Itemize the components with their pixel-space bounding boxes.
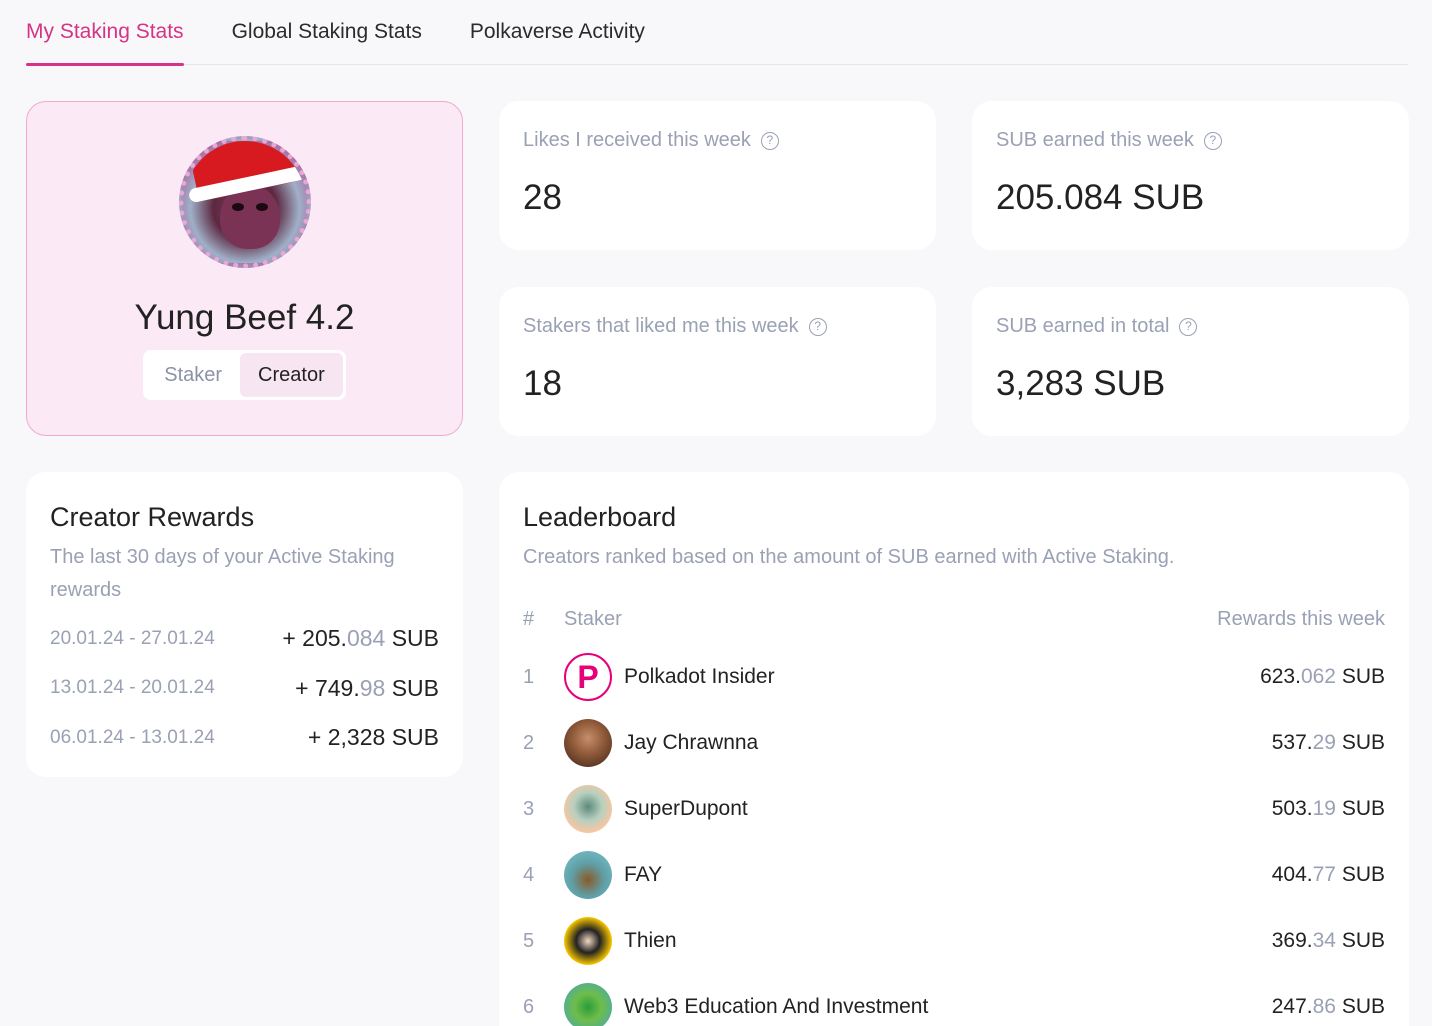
tab-my-staking-stats[interactable]: My Staking Stats <box>26 0 184 66</box>
role-creator-button[interactable]: Creator <box>240 353 343 397</box>
col-rank-header: # <box>523 607 535 630</box>
question-circle-icon[interactable]: ? <box>1179 317 1198 336</box>
stat-value: 3,283 SUB <box>996 364 1166 403</box>
avatar[interactable] <box>564 851 612 899</box>
role-switch: Staker Creator <box>143 350 346 400</box>
stat-value: 18 <box>523 364 562 403</box>
leaderboard-list: 1 Polkadot Insider 623.062 SUB 2 Jay Chr… <box>523 644 1385 1026</box>
reward-date: 13.01.24 - 20.01.24 <box>50 677 215 699</box>
leaderboard-row[interactable]: 2 Jay Chrawnna 537.29 SUB <box>523 710 1385 776</box>
leaderboard-row[interactable]: 5 Thien 369.34 SUB <box>523 908 1385 974</box>
question-circle-icon[interactable]: ? <box>760 131 779 150</box>
profile-card: Yung Beef 4.2 Staker Creator <box>26 101 463 436</box>
avatar[interactable] <box>564 917 612 965</box>
section-title: Leaderboard <box>523 502 677 532</box>
stat-value: 28 <box>523 178 562 217</box>
rank: 4 <box>523 863 535 886</box>
role-staker-button[interactable]: Staker <box>146 353 240 397</box>
section-title: Creator Rewards <box>50 502 255 532</box>
rank: 6 <box>523 995 535 1018</box>
avatar[interactable] <box>564 653 612 701</box>
leaderboard-row[interactable]: 1 Polkadot Insider 623.062 SUB <box>523 644 1385 710</box>
leaderboard-card: Leaderboard Creators ranked based on the… <box>499 472 1409 1026</box>
profile-avatar[interactable] <box>178 136 311 268</box>
reward-list: 20.01.24 - 27.01.24 + 205.084 SUB 13.01.… <box>50 614 439 763</box>
leaderboard-row[interactable]: 3 SuperDupont 503.19 SUB <box>523 776 1385 842</box>
reward-amount: 503.19 SUB <box>1271 797 1385 820</box>
rank: 2 <box>523 731 535 754</box>
tab-bar: My Staking Stats Global Staking Stats Po… <box>26 0 1408 66</box>
section-subtitle: Creators ranked based on the amount of S… <box>523 546 1175 568</box>
stat-sub-total: SUB earned in total ? 3,283 SUB <box>972 287 1409 436</box>
reward-amount: 369.34 SUB <box>1271 929 1385 952</box>
staker-name[interactable]: Polkadot Insider <box>624 665 1260 689</box>
reward-amount: 537.29 SUB <box>1271 731 1385 754</box>
leaderboard-row[interactable]: 4 FAY 404.77 SUB <box>523 842 1385 908</box>
stat-label: Likes I received this week <box>523 129 751 151</box>
staker-name[interactable]: Web3 Education And Investment <box>624 995 1272 1019</box>
reward-row: 13.01.24 - 20.01.24 + 749.98 SUB <box>50 664 439 714</box>
stat-stakers-week: Stakers that liked me this week ? 18 <box>499 287 936 436</box>
tab-global-staking-stats[interactable]: Global Staking Stats <box>232 0 422 65</box>
avatar[interactable] <box>564 719 612 767</box>
stat-sub-week: SUB earned this week ? 205.084 SUB <box>972 101 1409 250</box>
reward-amount: + 749.98 SUB <box>295 674 439 701</box>
profile-name: Yung Beef 4.2 <box>134 298 355 337</box>
reward-amount: + 2,328 SUB <box>307 724 439 751</box>
col-staker-header: Staker <box>564 607 622 630</box>
stat-value: 205.084 SUB <box>996 178 1205 217</box>
avatar[interactable] <box>564 785 612 833</box>
leaderboard-header: # Staker Rewards this week <box>523 604 1385 634</box>
col-rewards-header: Rewards this week <box>1217 607 1385 630</box>
reward-row: 06.01.24 - 13.01.24 + 2,328 SUB <box>50 713 439 763</box>
reward-amount: 623.062 SUB <box>1260 665 1385 688</box>
rank: 3 <box>523 797 535 820</box>
reward-amount: 404.77 SUB <box>1271 863 1385 886</box>
question-circle-icon[interactable]: ? <box>1203 131 1222 150</box>
rank: 5 <box>523 929 535 952</box>
question-circle-icon[interactable]: ? <box>808 317 827 336</box>
section-subtitle: The last 30 days of your Active Staking … <box>50 546 395 601</box>
rank: 1 <box>523 665 535 688</box>
avatar[interactable] <box>564 983 612 1026</box>
staker-name[interactable]: Thien <box>624 929 1272 953</box>
staker-name[interactable]: Jay Chrawnna <box>624 731 1272 755</box>
stat-label: Stakers that liked me this week <box>523 315 799 337</box>
creator-rewards-card: Creator Rewards The last 30 days of your… <box>26 472 463 777</box>
stat-label: SUB earned in total <box>996 315 1170 337</box>
reward-date: 20.01.24 - 27.01.24 <box>50 627 215 649</box>
tab-polkaverse-activity[interactable]: Polkaverse Activity <box>470 0 645 65</box>
reward-amount: + 205.084 SUB <box>282 625 439 652</box>
reward-amount: 247.86 SUB <box>1271 995 1385 1018</box>
staker-name[interactable]: SuperDupont <box>624 797 1272 821</box>
stat-label: SUB earned this week <box>996 129 1194 151</box>
stat-likes-week: Likes I received this week ? 28 <box>499 101 936 250</box>
reward-row: 20.01.24 - 27.01.24 + 205.084 SUB <box>50 614 439 664</box>
staker-name[interactable]: FAY <box>624 863 1272 887</box>
reward-date: 06.01.24 - 13.01.24 <box>50 726 215 748</box>
leaderboard-row[interactable]: 6 Web3 Education And Investment 247.86 S… <box>523 974 1385 1026</box>
